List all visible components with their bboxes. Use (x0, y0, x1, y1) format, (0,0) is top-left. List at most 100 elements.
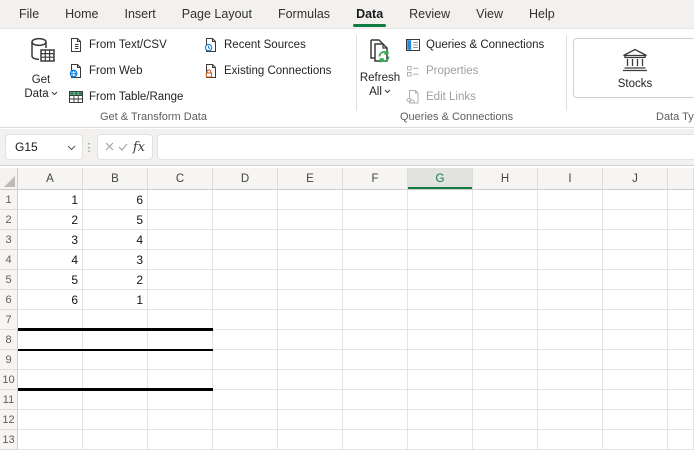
refresh-all-button[interactable]: Refresh All (353, 33, 407, 99)
tab-page-layout[interactable]: Page Layout (169, 0, 265, 28)
cell-A2[interactable]: 2 (18, 210, 83, 230)
row-header-3[interactable]: 3 (0, 230, 18, 250)
from-text-csv-button[interactable]: From Text/CSV (68, 35, 167, 55)
cell-F2[interactable] (343, 210, 408, 230)
column-header-J[interactable]: J (603, 168, 668, 190)
cell-partial13[interactable] (668, 430, 694, 450)
cell-H8[interactable] (473, 330, 538, 350)
cell-B8[interactable] (83, 330, 148, 350)
cell-G10[interactable] (408, 370, 473, 390)
cell-E11[interactable] (278, 390, 343, 410)
cell-I9[interactable] (538, 350, 603, 370)
cell-F13[interactable] (343, 430, 408, 450)
tab-home[interactable]: Home (52, 0, 111, 28)
cell-J1[interactable] (603, 190, 668, 210)
cell-J9[interactable] (603, 350, 668, 370)
cell-G1[interactable] (408, 190, 473, 210)
cell-A11[interactable] (18, 390, 83, 410)
cell-E4[interactable] (278, 250, 343, 270)
cell-partial2[interactable] (668, 210, 694, 230)
cell-partial7[interactable] (668, 310, 694, 330)
insert-function-icon[interactable]: fx (133, 140, 145, 155)
cell-C11[interactable] (148, 390, 213, 410)
stocks-button[interactable]: Stocks (592, 41, 678, 95)
cell-D1[interactable] (213, 190, 278, 210)
column-header-E[interactable]: E (278, 168, 343, 190)
cell-B5[interactable]: 2 (83, 270, 148, 290)
cell-J10[interactable] (603, 370, 668, 390)
cell-H5[interactable] (473, 270, 538, 290)
cell-E1[interactable] (278, 190, 343, 210)
cell-partial11[interactable] (668, 390, 694, 410)
row-header-13[interactable]: 13 (0, 430, 18, 450)
cell-E3[interactable] (278, 230, 343, 250)
cell-partial4[interactable] (668, 250, 694, 270)
cell-H10[interactable] (473, 370, 538, 390)
row-header-8[interactable]: 8 (0, 330, 18, 350)
select-all-corner[interactable] (0, 168, 18, 190)
cell-C2[interactable] (148, 210, 213, 230)
cell-B4[interactable]: 3 (83, 250, 148, 270)
column-header-F[interactable]: F (343, 168, 408, 190)
cell-F4[interactable] (343, 250, 408, 270)
cell-H1[interactable] (473, 190, 538, 210)
cell-I5[interactable] (538, 270, 603, 290)
cell-A10[interactable] (18, 370, 83, 390)
column-header-B[interactable]: B (83, 168, 148, 190)
cell-A3[interactable]: 3 (18, 230, 83, 250)
cell-J11[interactable] (603, 390, 668, 410)
cell-E9[interactable] (278, 350, 343, 370)
recent-sources-button[interactable]: Recent Sources (203, 35, 306, 55)
cell-I3[interactable] (538, 230, 603, 250)
cell-C1[interactable] (148, 190, 213, 210)
row-header-12[interactable]: 12 (0, 410, 18, 430)
cell-H7[interactable] (473, 310, 538, 330)
cell-D5[interactable] (213, 270, 278, 290)
cell-partial10[interactable] (668, 370, 694, 390)
cell-J6[interactable] (603, 290, 668, 310)
cell-partial8[interactable] (668, 330, 694, 350)
name-box[interactable]: G15 (5, 134, 83, 160)
cell-H2[interactable] (473, 210, 538, 230)
column-header-partial[interactable] (668, 168, 694, 190)
cell-B6[interactable]: 1 (83, 290, 148, 310)
cell-D8[interactable] (213, 330, 278, 350)
cell-H3[interactable] (473, 230, 538, 250)
column-header-A[interactable]: A (18, 168, 83, 190)
cell-J5[interactable] (603, 270, 668, 290)
cell-E7[interactable] (278, 310, 343, 330)
cell-G5[interactable] (408, 270, 473, 290)
cell-E13[interactable] (278, 430, 343, 450)
cell-E10[interactable] (278, 370, 343, 390)
cell-C8[interactable] (148, 330, 213, 350)
cell-F11[interactable] (343, 390, 408, 410)
formula-input[interactable] (157, 134, 694, 160)
cell-A5[interactable]: 5 (18, 270, 83, 290)
cell-E12[interactable] (278, 410, 343, 430)
cell-partial3[interactable] (668, 230, 694, 250)
cell-B3[interactable]: 4 (83, 230, 148, 250)
cell-B13[interactable] (83, 430, 148, 450)
cell-G11[interactable] (408, 390, 473, 410)
cancel-icon[interactable] (105, 138, 114, 156)
cell-A6[interactable]: 6 (18, 290, 83, 310)
cell-J8[interactable] (603, 330, 668, 350)
cell-J12[interactable] (603, 410, 668, 430)
cell-G3[interactable] (408, 230, 473, 250)
cell-F7[interactable] (343, 310, 408, 330)
cell-partial5[interactable] (668, 270, 694, 290)
cell-I2[interactable] (538, 210, 603, 230)
cell-A12[interactable] (18, 410, 83, 430)
cell-F5[interactable] (343, 270, 408, 290)
cell-J3[interactable] (603, 230, 668, 250)
row-header-4[interactable]: 4 (0, 250, 18, 270)
cell-G13[interactable] (408, 430, 473, 450)
cell-I8[interactable] (538, 330, 603, 350)
enter-check-icon[interactable] (118, 138, 128, 156)
tab-formulas[interactable]: Formulas (265, 0, 343, 28)
cell-H12[interactable] (473, 410, 538, 430)
cell-partial12[interactable] (668, 410, 694, 430)
cell-B1[interactable]: 6 (83, 190, 148, 210)
cell-H11[interactable] (473, 390, 538, 410)
cell-J7[interactable] (603, 310, 668, 330)
